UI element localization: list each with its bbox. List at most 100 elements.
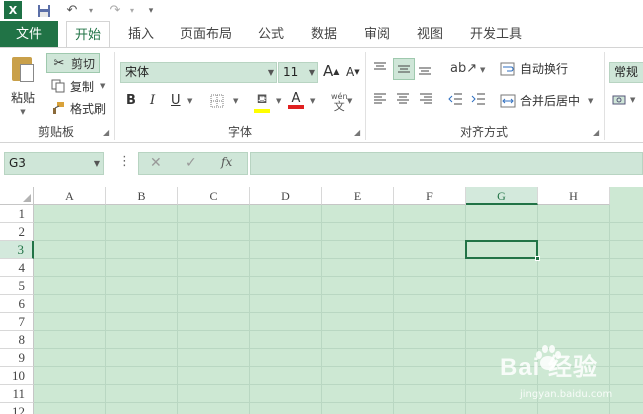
group-divider [114, 52, 115, 140]
gridline-horizontal [34, 294, 643, 295]
merge-center-button[interactable]: 合并后居中 ▼ [500, 92, 593, 109]
tab-home[interactable]: 开始 [66, 21, 110, 49]
cut-button[interactable]: ✂ 剪切 [46, 53, 100, 73]
font-name-combo[interactable]: 宋体 ▼ [120, 62, 277, 83]
fill-color-swatch [254, 109, 270, 113]
shrink-font-icon: A [346, 65, 355, 79]
select-all-button[interactable] [0, 187, 34, 205]
clipboard-launcher-icon[interactable]: ◢ [103, 128, 109, 137]
tab-data[interactable]: 数据 [302, 21, 346, 48]
column-header-a[interactable]: A [34, 187, 106, 205]
align-right-button[interactable] [418, 92, 434, 106]
row-header-7[interactable]: 7 [0, 313, 34, 331]
row-header-5[interactable]: 5 [0, 277, 34, 295]
redo-dropdown-icon[interactable]: ▾ [127, 1, 137, 20]
font-size-combo[interactable]: 11 ▼ [278, 62, 318, 83]
font-launcher-icon[interactable]: ◢ [354, 128, 360, 137]
align-center-button[interactable] [395, 92, 411, 106]
accounting-format-button[interactable]: ▼ [612, 93, 635, 107]
format-painter-button[interactable]: 格式刷 [46, 98, 110, 118]
underline-dropdown-icon[interactable]: ▼ [187, 97, 192, 105]
row-header-2[interactable]: 2 [0, 223, 34, 241]
tab-formulas[interactable]: 公式 [250, 21, 292, 48]
paste-dropdown-icon[interactable]: ▼ [20, 108, 25, 116]
phonetic-button[interactable]: wén 文 [331, 92, 348, 112]
row-header-4[interactable]: 4 [0, 259, 34, 277]
row-header-3[interactable]: 3 [0, 241, 34, 259]
name-box[interactable]: G3 ▼ [4, 152, 104, 175]
column-header-c[interactable]: C [178, 187, 250, 205]
row-header-12[interactable]: 12 [0, 403, 34, 414]
paste-button[interactable]: 粘贴 ▼ [6, 54, 40, 116]
font-color-dropdown-icon[interactable]: ▼ [310, 97, 315, 105]
phonetic-dropdown-icon[interactable]: ▼ [347, 97, 352, 105]
merge-center-dropdown-icon[interactable]: ▼ [588, 97, 593, 105]
column-header-b[interactable]: B [106, 187, 178, 205]
borders-icon [210, 94, 224, 108]
row-header-6[interactable]: 6 [0, 295, 34, 313]
undo-dropdown-icon[interactable]: ▾ [86, 1, 96, 20]
bold-button[interactable]: B [126, 93, 136, 108]
column-header-g[interactable]: G [466, 187, 538, 205]
shrink-font-button[interactable]: A ▼ [346, 65, 360, 79]
grow-font-button[interactable]: A ▲ [323, 62, 339, 80]
shrink-arrow-icon: ▼ [354, 68, 360, 76]
wrap-text-button[interactable]: 自动换行 [500, 60, 568, 77]
font-color-button[interactable]: A [288, 92, 304, 109]
ribbon-home: 粘贴 ▼ ✂ 剪切 复制 ▼ 格式刷 剪贴板 ◢ 宋体 ▼ 11 ▼ A ▲ A ▼… [0, 47, 643, 143]
undo-icon[interactable]: ↶ [64, 1, 80, 20]
orientation-dropdown-icon[interactable]: ▼ [480, 66, 485, 74]
cancel-icon[interactable]: ✕ [150, 155, 162, 171]
paste-label: 粘贴 [10, 91, 35, 105]
borders-button[interactable] [210, 94, 224, 108]
active-cell[interactable] [465, 240, 538, 259]
row-header-8[interactable]: 8 [0, 331, 34, 349]
column-header-f[interactable]: F [394, 187, 466, 205]
enter-icon[interactable]: ✓ [185, 155, 197, 171]
copy-button[interactable]: 复制 ▼ [46, 76, 110, 96]
formula-bar-resize-icon[interactable]: ⋮ [118, 154, 131, 169]
underline-button[interactable]: U [171, 93, 181, 108]
tab-developer[interactable]: 开发工具 [462, 21, 530, 48]
italic-button[interactable]: I [150, 93, 155, 108]
redo-icon[interactable]: ↷ [107, 1, 123, 20]
row-header-9[interactable]: 9 [0, 349, 34, 367]
tab-view[interactable]: 视图 [408, 21, 452, 48]
number-format-value: 常规 [614, 65, 639, 79]
align-top-icon [374, 62, 386, 70]
number-format-combo[interactable]: 常规 [609, 62, 643, 83]
copy-dropdown-icon[interactable]: ▼ [100, 82, 105, 90]
column-header-h[interactable]: H [538, 187, 610, 205]
alignment-launcher-icon[interactable]: ◢ [593, 128, 599, 137]
increase-indent-button[interactable] [471, 92, 487, 106]
tab-insert[interactable]: 插入 [118, 21, 164, 48]
align-bottom-button[interactable] [417, 60, 433, 76]
decrease-indent-button[interactable] [448, 92, 464, 106]
align-top-button[interactable] [372, 60, 388, 76]
formula-input[interactable] [250, 152, 643, 175]
align-left-button[interactable] [372, 92, 388, 106]
align-middle-button[interactable] [393, 58, 415, 80]
tab-file[interactable]: 文件 [0, 21, 58, 48]
borders-dropdown-icon[interactable]: ▼ [233, 97, 238, 105]
tab-page-layout[interactable]: 页面布局 [172, 21, 240, 48]
insert-function-icon[interactable]: fx [221, 155, 232, 169]
formula-bar-buttons: ✕ ✓ fx [138, 152, 248, 175]
customize-qat-icon[interactable]: ▾ [146, 1, 156, 20]
font-name-dropdown-icon[interactable]: ▼ [268, 63, 274, 82]
name-box-dropdown-icon[interactable]: ▼ [94, 153, 100, 174]
row-header-10[interactable]: 10 [0, 367, 34, 385]
fill-color-button[interactable]: ⛾ [254, 92, 270, 113]
column-header-e[interactable]: E [322, 187, 394, 205]
orientation-button[interactable]: ab↗ [450, 61, 477, 76]
tab-review[interactable]: 审阅 [356, 21, 398, 48]
save-icon[interactable] [36, 1, 52, 20]
fill-handle[interactable] [535, 256, 540, 261]
fill-color-dropdown-icon[interactable]: ▼ [276, 97, 281, 105]
font-size-dropdown-icon[interactable]: ▼ [309, 63, 315, 82]
row-header-1[interactable]: 1 [0, 205, 34, 223]
row-header-11[interactable]: 11 [0, 385, 34, 403]
accounting-dropdown-icon[interactable]: ▼ [630, 96, 635, 104]
name-box-value: G3 [9, 156, 26, 170]
column-header-d[interactable]: D [250, 187, 322, 205]
